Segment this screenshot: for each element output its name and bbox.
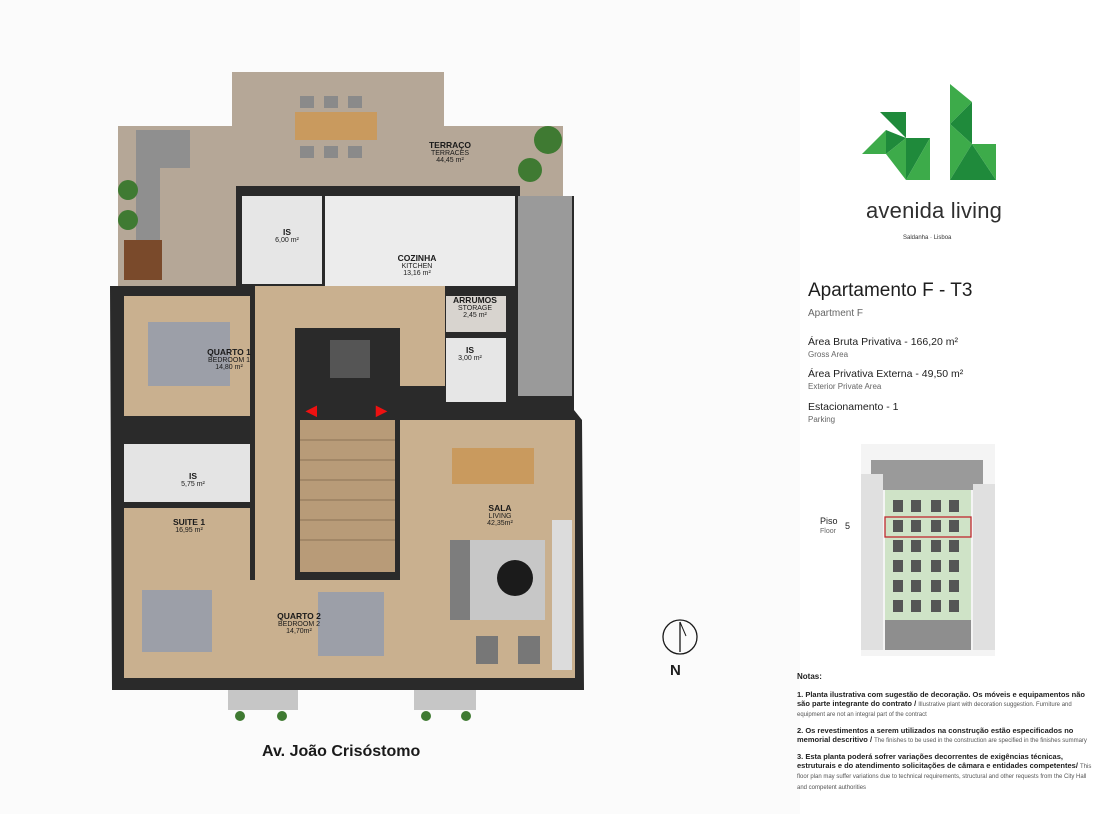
spec-exterior-area: Área Privativa Externa - 49,50 m² bbox=[808, 368, 964, 380]
room-label-sala: SALA LIVING 42,35m² bbox=[474, 504, 526, 528]
room-area: 42,35m² bbox=[487, 520, 513, 528]
room-label-arrumos: ARRUMOS STORAGE 2,45 m² bbox=[446, 296, 504, 320]
compass-icon bbox=[662, 619, 698, 655]
room-name: QUARTO 2 bbox=[277, 611, 321, 621]
room-name-en: LIVING bbox=[488, 512, 512, 520]
room-label-cozinha: COZINHA KITCHEN 13,16 m² bbox=[386, 254, 448, 278]
room-name-en: KITCHEN bbox=[401, 262, 433, 270]
floor-plan bbox=[110, 72, 584, 721]
room-area: 6,00 m² bbox=[275, 236, 299, 244]
note-item: 3. Esta planta poderá sofrer variações d… bbox=[797, 752, 1097, 792]
room-area: 14,80 m² bbox=[215, 364, 243, 372]
room-name: QUARTO 1 bbox=[207, 347, 251, 357]
room-name-en: TERRACES bbox=[430, 149, 470, 157]
spec-exterior-area-sub: Exterior Private Area bbox=[808, 382, 882, 391]
note-text-en: The finishes to be used in the construct… bbox=[874, 737, 1087, 744]
note-text: 3. Esta planta poderá sofrer variações d… bbox=[797, 752, 1078, 771]
room-name: IS bbox=[465, 345, 475, 355]
notes-heading: Notas: bbox=[797, 672, 822, 681]
room-name: SALA bbox=[488, 503, 512, 513]
room-area: 13,16 m² bbox=[403, 270, 431, 278]
room-name-en: BEDROOM 1 bbox=[207, 356, 250, 364]
note-item: 2. Os revestimentos a serem utilizados n… bbox=[797, 726, 1097, 745]
north-compass: N bbox=[660, 618, 700, 680]
room-label-is-2: IS 3,00 m² bbox=[450, 346, 490, 362]
room-label-is-3: IS 5,75 m² bbox=[170, 472, 216, 488]
note-item: 1. Planta ilustrativa com sugestão de de… bbox=[797, 690, 1097, 719]
room-area: 14,70m² bbox=[286, 628, 312, 636]
room-name: COZINHA bbox=[397, 253, 437, 263]
room-area: 3,00 m² bbox=[458, 354, 482, 362]
avenida-living-logo bbox=[862, 84, 996, 180]
room-name: ARRUMOS bbox=[453, 295, 497, 305]
apartment-subtitle: Apartment F bbox=[808, 308, 864, 319]
spec-gross-area-sub: Gross Area bbox=[808, 350, 849, 359]
floor-label-en: Floor bbox=[820, 528, 836, 535]
room-name: IS bbox=[282, 227, 292, 237]
arrow-left-icon: ◀ bbox=[306, 402, 317, 418]
brand-location: Saldanha · Lisboa bbox=[903, 235, 952, 241]
room-label-is-1: IS 6,00 m² bbox=[262, 228, 312, 244]
room-area: 16,95 m² bbox=[175, 526, 203, 534]
spec-gross-area: Área Bruta Privativa - 166,20 m² bbox=[808, 336, 958, 348]
room-area: 5,75 m² bbox=[181, 480, 205, 488]
room-name-en: STORAGE bbox=[457, 304, 493, 312]
room-area: 44,45 m² bbox=[436, 157, 464, 165]
room-label-quarto-1: QUARTO 1 BEDROOM 1 14,80 m² bbox=[198, 348, 260, 372]
room-name: IS bbox=[188, 471, 198, 481]
room-label-quarto-2: QUARTO 2 BEDROOM 2 14,70m² bbox=[268, 612, 330, 636]
floor-number: 5 bbox=[845, 521, 851, 531]
room-label-suite-1: SUITE 1 16,95 m² bbox=[163, 518, 215, 534]
room-name-en: BEDROOM 2 bbox=[277, 620, 320, 628]
spec-parking-sub: Parking bbox=[808, 415, 836, 424]
notes-section: Notas: 1. Planta ilustrativa com sugestã… bbox=[797, 672, 1097, 799]
apartment-title: Apartamento F - T3 bbox=[808, 280, 973, 301]
floor-label: Piso bbox=[820, 516, 838, 526]
room-name: SUITE 1 bbox=[172, 517, 206, 527]
street-name: Av. João Crisóstomo bbox=[262, 743, 421, 760]
spec-parking: Estacionamento - 1 bbox=[808, 401, 899, 413]
arrow-right-icon: ▶ bbox=[376, 402, 387, 418]
north-letter: N bbox=[670, 662, 681, 679]
brand-name: avenida living bbox=[866, 198, 1003, 223]
room-label-terraco: TERRAÇO TERRACES 44,45 m² bbox=[420, 141, 480, 165]
room-name: TERRAÇO bbox=[428, 140, 472, 150]
building-elevation bbox=[861, 444, 995, 656]
room-area: 2,45 m² bbox=[463, 312, 487, 320]
